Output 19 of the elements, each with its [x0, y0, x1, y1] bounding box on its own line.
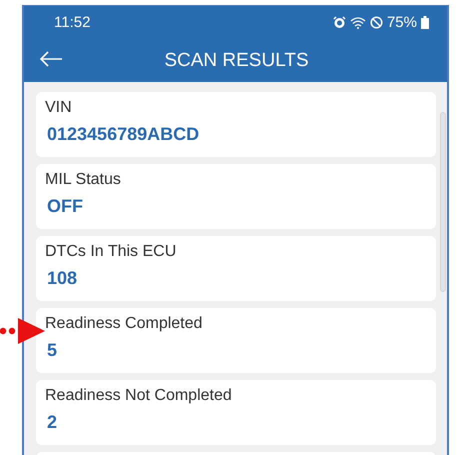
result-label: DTCs In This ECU [45, 242, 178, 262]
result-label: Readiness Not Completed [45, 386, 233, 406]
scroll-bar[interactable] [440, 112, 446, 292]
battery-icon [421, 16, 429, 29]
clock-time: 11:52 [54, 14, 92, 31]
battery-percent: 75% [386, 14, 417, 31]
result-label: MIL Status [45, 170, 122, 190]
result-value: 0123456789ABCD [47, 124, 200, 144]
result-value: 2 [47, 412, 58, 432]
result-value: OFF [47, 196, 84, 216]
result-value: 108 [47, 268, 78, 288]
result-label: VIN [45, 98, 73, 118]
result-value: 5 [47, 340, 58, 360]
back-arrow-icon [39, 51, 63, 67]
screen-title: SCAN RESULTS [163, 50, 310, 72]
wifi-icon [350, 16, 366, 29]
do-not-disturb-icon [370, 16, 383, 29]
result-label: Readiness Completed [45, 314, 204, 334]
alarm-icon [332, 16, 346, 29]
